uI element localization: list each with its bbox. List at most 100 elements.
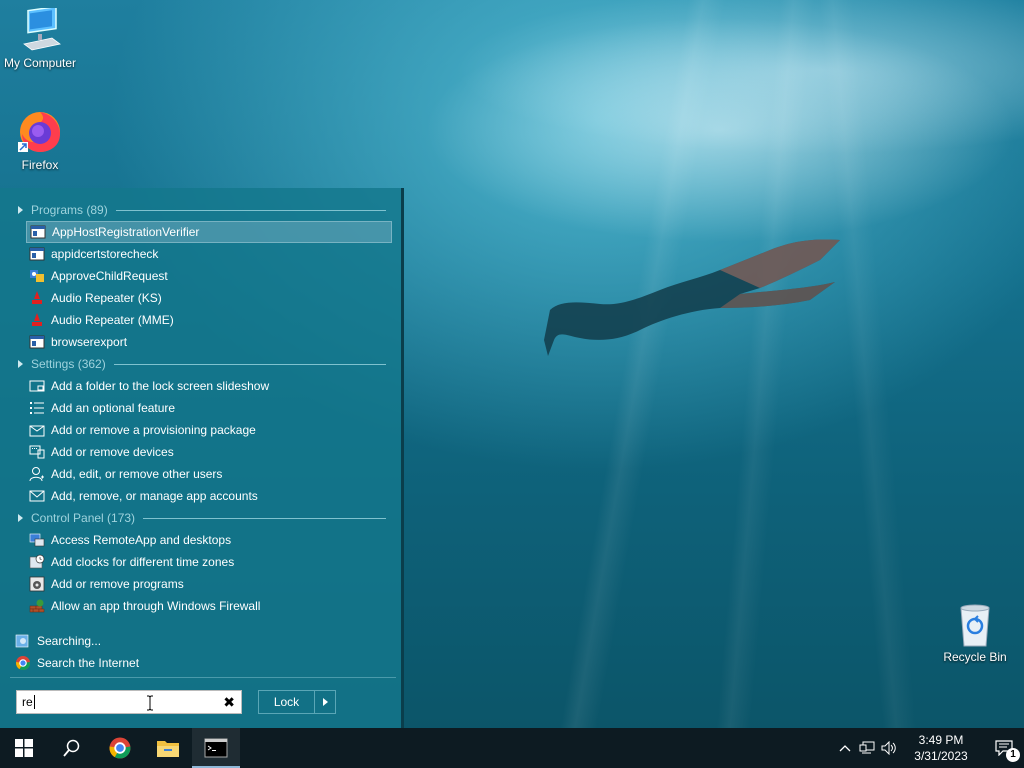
taskbar-search-button[interactable]	[48, 728, 96, 768]
result-item-label: Add or remove devices	[51, 445, 174, 459]
slideshow-icon	[29, 378, 45, 394]
windows-logo-icon	[15, 739, 33, 757]
panel-divider	[10, 677, 396, 678]
clock-icon	[29, 554, 45, 570]
result-item-app-accounts[interactable]: Add, remove, or manage app accounts	[26, 485, 392, 507]
computer-icon	[23, 8, 61, 51]
section-title: Programs (89)	[31, 203, 108, 217]
remote-desktop-icon	[29, 532, 45, 548]
search-input[interactable]: re ✖	[16, 690, 242, 714]
shield-users-icon	[29, 268, 45, 284]
lock-button-label: Lock	[259, 691, 315, 713]
result-item-label: Audio Repeater (MME)	[51, 313, 174, 327]
speaker-icon	[881, 741, 896, 755]
chrome-icon	[109, 737, 131, 759]
search-input-value: re	[22, 695, 33, 709]
result-item-optional-feature[interactable]: Add an optional feature	[26, 397, 392, 419]
folder-icon	[157, 741, 179, 757]
clock-date: 3/31/2023	[914, 749, 968, 763]
result-item-label: Add an optional feature	[51, 401, 176, 415]
firewall-icon	[29, 598, 45, 614]
expand-arrow-icon	[18, 206, 23, 214]
result-item-audio-repeater-mme[interactable]: Audio Repeater (MME)	[26, 309, 392, 331]
package-icon	[29, 422, 45, 438]
section-header-control-panel[interactable]: Control Panel (173)	[16, 508, 386, 528]
section-header-programs[interactable]: Programs (89)	[16, 200, 386, 220]
section-divider	[113, 363, 386, 365]
firefox-icon	[18, 112, 60, 152]
devices-icon	[29, 444, 45, 460]
desktop-icon-my-computer[interactable]: My Computer	[0, 8, 80, 70]
result-item-label: Access RemoteApp and desktops	[51, 533, 232, 547]
taskbar-file-explorer-button[interactable]	[144, 728, 192, 768]
app-window-icon	[30, 224, 46, 240]
taskbar-clock[interactable]: 3:49 PM 3/31/2023	[906, 732, 976, 764]
desktop-icon-firefox[interactable]: Firefox	[0, 106, 80, 172]
result-item-label: Add or remove programs	[51, 577, 184, 591]
user-icon	[29, 466, 45, 482]
search-internet-item[interactable]: Search the Internet	[12, 652, 378, 674]
mail-icon	[29, 488, 45, 504]
lock-options-arrow-icon[interactable]	[323, 698, 328, 706]
result-item-lock-screen-slideshow[interactable]: Add a folder to the lock screen slidesho…	[26, 375, 392, 397]
chevron-up-icon	[839, 745, 851, 752]
section-header-settings[interactable]: Settings (362)	[16, 354, 386, 374]
result-item-remoteapp[interactable]: Access RemoteApp and desktops	[26, 529, 392, 551]
clear-search-icon[interactable]: ✖	[223, 694, 235, 711]
ibeam-cursor-icon	[147, 695, 153, 711]
taskbar: 3:49 PM 3/31/2023 1	[0, 728, 1024, 768]
result-item-apphostregistrationverifier[interactable]: AppHostRegistrationVerifier	[26, 221, 392, 243]
result-item-provisioning-package[interactable]: Add or remove a provisioning package	[26, 419, 392, 441]
desktop-icon-label: Recycle Bin	[943, 650, 1007, 664]
result-item-label: browserexport	[51, 335, 128, 349]
volume-button[interactable]	[878, 728, 900, 768]
result-item-windows-firewall[interactable]: Allow an app through Windows Firewall	[26, 595, 392, 617]
result-item-approvechildrequest[interactable]: ApproveChildRequest	[26, 265, 392, 287]
result-item-other-users[interactable]: Add, edit, or remove other users	[26, 463, 392, 485]
taskbar-terminal-button[interactable]	[192, 728, 240, 768]
result-item-devices[interactable]: Add or remove devices	[26, 441, 392, 463]
result-item-label: appidcertstorecheck	[51, 247, 159, 261]
result-item-clocks[interactable]: Add clocks for different time zones	[26, 551, 392, 573]
programs-icon	[29, 576, 45, 592]
result-item-label: Add or remove a provisioning package	[51, 423, 256, 437]
chrome-icon	[15, 655, 31, 671]
expand-arrow-icon	[18, 514, 23, 522]
wallpaper-diver	[544, 239, 840, 356]
network-button[interactable]	[856, 728, 878, 768]
terminal-icon	[204, 738, 228, 758]
start-button[interactable]	[0, 728, 48, 768]
search-files-icon	[15, 633, 31, 649]
section-divider	[143, 517, 386, 519]
recycle-bin-icon	[960, 604, 990, 647]
result-item-add-remove-programs[interactable]: Add or remove programs	[26, 573, 392, 595]
notification-count-badge: 1	[1006, 748, 1020, 762]
desktop-icon-label: My Computer	[3, 56, 77, 70]
result-item-label: AppHostRegistrationVerifier	[52, 225, 200, 239]
result-item-label: ApproveChildRequest	[51, 269, 168, 283]
result-item-label: Audio Repeater (KS)	[51, 291, 162, 305]
app-window-icon	[29, 246, 45, 262]
result-item-browserexport[interactable]: browserexport	[26, 331, 392, 353]
action-center-button[interactable]: 1	[984, 728, 1024, 768]
searching-status: Searching...	[12, 630, 378, 652]
result-item-audio-repeater-ks[interactable]: Audio Repeater (KS)	[26, 287, 392, 309]
desktop-icon-label: Firefox	[21, 158, 59, 172]
list-icon	[29, 400, 45, 416]
system-tray: 3:49 PM 3/31/2023 1	[834, 728, 1024, 768]
lock-button[interactable]: Lock	[258, 690, 336, 714]
desktop-icon-recycle-bin[interactable]: Recycle Bin	[935, 602, 1015, 664]
taskbar-chrome-button[interactable]	[96, 728, 144, 768]
show-hidden-icons-button[interactable]	[834, 728, 856, 768]
result-item-appidcertstorecheck[interactable]: appidcertstorecheck	[26, 243, 392, 265]
search-icon	[63, 739, 80, 757]
expand-arrow-icon	[18, 360, 23, 368]
section-title: Settings (362)	[31, 357, 106, 371]
result-item-label: Add, remove, or manage app accounts	[51, 489, 258, 503]
search-internet-label: Search the Internet	[37, 656, 140, 670]
section-divider	[115, 209, 386, 211]
searching-label: Searching...	[37, 634, 102, 648]
result-item-label: Add clocks for different time zones	[51, 555, 235, 569]
audio-repeater-icon	[29, 290, 45, 306]
audio-repeater-icon	[29, 312, 45, 328]
